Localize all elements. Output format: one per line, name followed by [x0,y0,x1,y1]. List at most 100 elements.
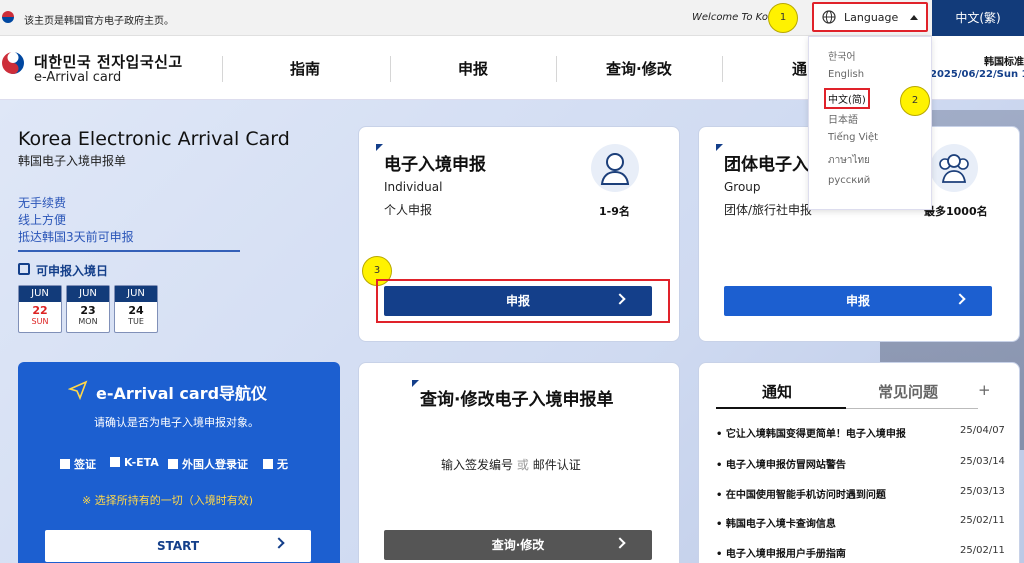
logo-english[interactable]: e-Arrival card [34,70,121,85]
notice-item[interactable]: • 韩国电子入境卡查询信息 [716,515,956,530]
korea-flag-icon [2,11,14,23]
card-corner-mark [376,144,383,151]
notice-date: 25/02/11 [960,545,1005,556]
calendar-day: JUN 23 MON [66,285,110,333]
option-alien-card-checkbox[interactable]: 外国人登录证 [168,456,248,472]
notice-item[interactable]: • 电子入境申报用户手册指南 [716,545,956,560]
chevron-right-icon [614,537,626,549]
notice-date: 25/02/11 [960,515,1005,526]
nav-query-edit[interactable]: 查询·修改 [606,58,672,79]
page-title: Korea Electronic Arrival Card [18,128,290,150]
notice-item[interactable]: • 它让入境韩国变得更简单！电子入境申报 [716,425,956,440]
group-en: Group [724,180,761,194]
navigator-title: e-Arrival card导航仪 [96,384,268,403]
notice-date: 25/03/14 [960,456,1005,467]
language-option-russian[interactable]: русский [828,175,870,186]
nav-divider [390,56,391,82]
calendar-month: JUN [19,286,61,302]
calendar-date: 24 [128,304,144,317]
language-option-korean[interactable]: 한국어 [828,48,856,63]
notice-text: 它让入境韩国变得更简单！电子入境申报 [725,429,906,440]
feature-online: 线上方便 [18,213,67,227]
language-button[interactable]: Language [812,2,928,32]
page-subtitle: 韩国电子入境申报单 [18,154,127,168]
query-description: 输入签发编号 或 邮件认证 [441,456,581,473]
feature-3-days: 抵达韩国3天前可申报 [18,230,134,244]
current-language-button[interactable]: 中文(繁) [932,0,1024,36]
calendar-weekday: MON [78,317,98,326]
notice-item[interactable]: • 在中国使用智能手机访问时遇到问题 [716,486,956,501]
desc-issue-no: 输入签发编号 [441,458,514,472]
option-label: 签证 [74,458,96,471]
logo-korean[interactable]: 대한민국 전자입국신고 [34,51,183,72]
active-tab-underline [716,407,846,409]
language-option-english[interactable]: English [828,69,864,80]
option-keta-checkbox[interactable]: K-ETA [110,456,159,469]
calendar-date: 22 [32,304,48,317]
calendar-icon [18,263,30,275]
checkbox-icon [110,457,120,467]
option-label: K-ETA [124,456,159,469]
group-count: 最多1000名 [924,205,988,218]
more-plus-icon[interactable]: + [978,381,991,399]
option-visa-checkbox[interactable]: 签证 [60,456,96,472]
notice-text: 电子入境申报仿冒网站警告 [725,460,846,471]
notice-item[interactable]: • 电子入境申报仿冒网站警告 [716,456,956,471]
group-title: 团体电子入 [724,155,808,175]
option-label: 外国人登录证 [182,458,248,471]
calendar-weekday: SUN [31,317,49,326]
individual-count: 1-9名 [599,205,630,218]
nav-declare[interactable]: 申报 [458,58,488,79]
tab-faq[interactable]: 常见问题 [878,381,938,402]
feature-no-fee: 无手续费 [18,196,67,210]
chevron-right-icon [273,537,285,549]
welcome-text: Welcome To Ko [692,12,768,23]
calendar-month: JUN [115,286,157,302]
checkbox-icon [263,459,273,469]
tab-notice[interactable]: 通知 [762,381,792,402]
taegeuk-logo-icon [2,52,25,74]
calendar-weekday: TUE [128,317,144,326]
calendar-day: JUN 22 SUN [18,285,62,333]
button-label: START [156,539,200,553]
nav-divider [556,56,557,82]
button-label: 申报 [845,294,870,308]
language-option-japanese[interactable]: 日本語 [828,111,858,126]
divider [18,250,240,252]
notice-date: 25/03/13 [960,486,1005,497]
query-edit-button[interactable]: 查询·修改 [384,530,652,560]
query-title: 查询·修改电子入境申报单 [420,390,614,410]
caret-up-icon [910,15,918,20]
step-badge-2: 2 [900,86,930,116]
tab-underline [846,408,978,409]
card-corner-mark [412,380,419,387]
person-icon [591,144,639,192]
start-button[interactable]: START [45,530,311,562]
option-none-checkbox[interactable]: 无 [263,456,288,472]
gov-notice: 该主页是韩国官方电子政府主页。 [24,16,174,27]
individual-zh: 个人申报 [384,203,433,217]
nav-divider [722,56,723,82]
desc-email: 邮件认证 [532,458,581,472]
calendar-label: 可申报入境日 [36,264,109,278]
highlight-box [376,279,670,323]
group-people-icon [930,144,978,192]
button-label: 查询·修改 [491,538,545,552]
globe-icon [822,10,836,24]
calendar-date: 23 [80,304,96,317]
language-option-vietnamese[interactable]: Tiếng Việt [828,132,878,143]
notice-date: 25/04/07 [960,425,1005,436]
checkbox-icon [168,459,178,469]
chevron-right-icon [954,293,966,305]
nav-guide[interactable]: 指南 [290,58,320,79]
card-corner-mark [716,144,723,151]
navigator-note: ※ 选择所持有的一切（入境时有效) [82,494,254,507]
calendar-month: JUN [67,286,109,302]
option-label: 无 [277,458,288,471]
language-option-thai[interactable]: ภาษาไทย [828,153,870,168]
nav-notice[interactable]: 通 [792,58,807,79]
language-option-chinese-simplified[interactable]: 中文(简) [824,88,870,109]
individual-en: Individual [384,180,443,194]
group-declare-button[interactable]: 申报 [724,286,992,316]
individual-title: 电子入境申报 [384,155,486,175]
